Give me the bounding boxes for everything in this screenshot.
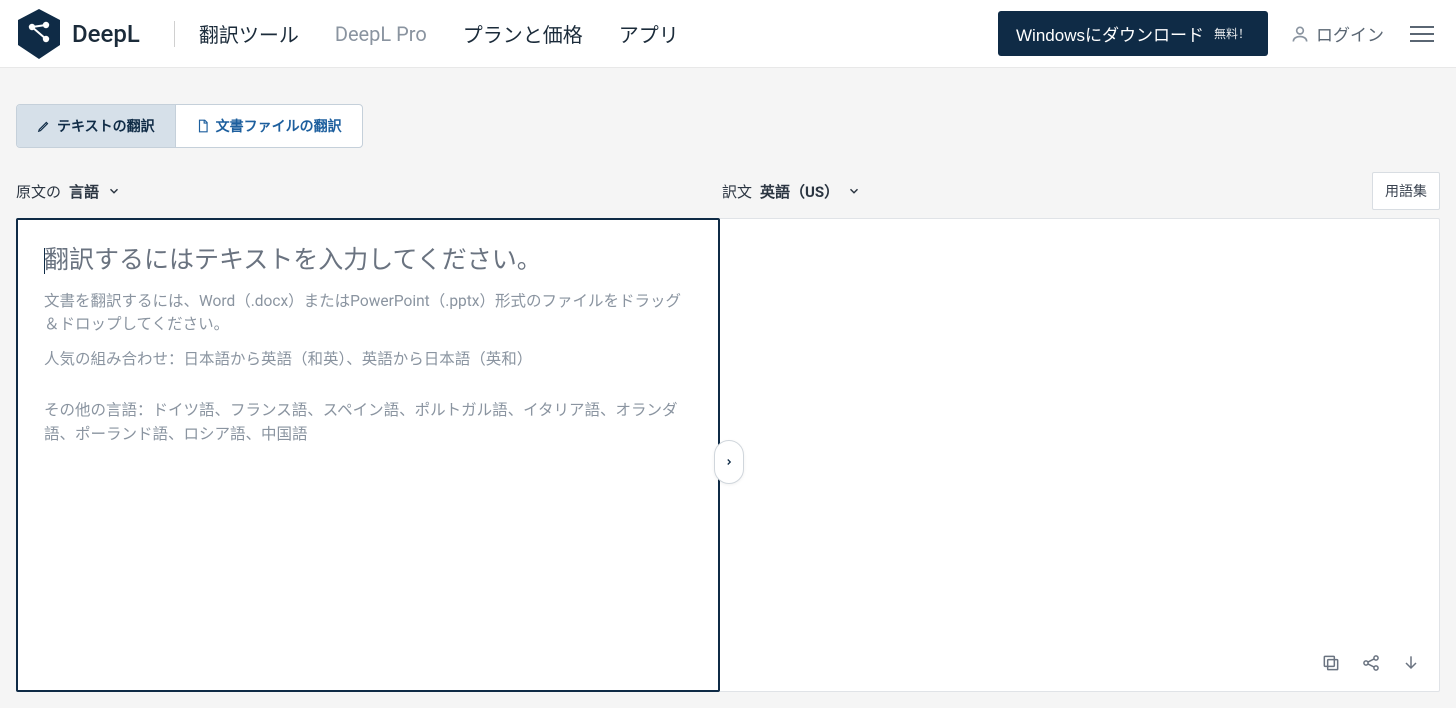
source-prefix: 原文の [16, 181, 61, 202]
arrow-down-icon [1401, 653, 1421, 673]
output-actions [1321, 653, 1421, 677]
target-lang: 英語（US） [760, 181, 839, 202]
nav-translator[interactable]: 翻訳ツール [199, 19, 299, 48]
brand-name: DeepL [72, 20, 140, 48]
deepl-logo-icon [16, 7, 62, 61]
menu-button[interactable] [1404, 15, 1440, 53]
copy-icon [1321, 653, 1341, 673]
download-windows-button[interactable]: Windowsにダウンロード 無料！ [998, 11, 1268, 56]
logo[interactable]: DeepL [16, 7, 140, 61]
source-language-selector[interactable]: 原文の言語 [16, 181, 722, 202]
nav-apps[interactable]: アプリ [619, 19, 679, 48]
mode-tabs: テキストの翻訳 文書ファイルの翻訳 [16, 104, 363, 148]
target-text-panel [720, 218, 1440, 692]
chevron-down-icon [847, 184, 861, 198]
language-bar: 原文の言語 訳文 英語（US） 用語集 [0, 148, 1456, 218]
login-link[interactable]: ログイン [1290, 21, 1384, 46]
source-text-panel[interactable]: 翻訳するにはテキストを入力してください。 文書を翻訳するには、Word（.doc… [16, 218, 720, 692]
chevron-down-icon [107, 184, 121, 198]
user-icon [1290, 24, 1310, 44]
nav-pricing[interactable]: プランと価格 [463, 19, 583, 48]
target-prefix: 訳文 [722, 181, 752, 202]
tab-text-label: テキストの翻訳 [57, 116, 155, 136]
chevron-right-icon [724, 455, 734, 469]
copy-button[interactable] [1321, 653, 1341, 677]
login-label: ログイン [1316, 21, 1384, 46]
download-badge: 無料！ [1214, 25, 1250, 42]
tab-translate-document[interactable]: 文書ファイルの翻訳 [175, 105, 362, 147]
tab-translate-text[interactable]: テキストの翻訳 [17, 105, 175, 147]
source-lang: 言語 [69, 181, 99, 202]
popular-combos: 人気の組み合わせ：日本語から英語（和英）、英語から日本語（英和） [44, 348, 692, 371]
share-icon [1361, 653, 1381, 673]
download-output-button[interactable] [1401, 653, 1421, 677]
translator-panels: 翻訳するにはテキストを入力してください。 文書を翻訳するには、Word（.doc… [0, 218, 1456, 692]
download-label: Windowsにダウンロード [1016, 21, 1204, 46]
swap-languages-button[interactable] [714, 440, 744, 484]
document-icon [196, 119, 210, 133]
share-button[interactable] [1361, 653, 1381, 677]
nav-pro[interactable]: DeepL Pro [335, 22, 427, 46]
target-language-selector[interactable]: 訳文 英語（US） [722, 181, 861, 202]
divider [174, 21, 175, 47]
other-langs: その他の言語：ドイツ語、フランス語、スペイン語、ポルトガル語、イタリア語、オラン… [44, 399, 692, 446]
source-placeholder-sub: 文書を翻訳するには、Word（.docx）またはPowerPoint（.pptx… [44, 290, 692, 337]
pencil-icon [37, 119, 51, 133]
tab-document-label: 文書ファイルの翻訳 [216, 116, 342, 136]
glossary-button[interactable]: 用語集 [1372, 172, 1440, 210]
main-nav: 翻訳ツール DeepL Pro プランと価格 アプリ [199, 19, 679, 48]
top-header: DeepL 翻訳ツール DeepL Pro プランと価格 アプリ Windows… [0, 0, 1456, 68]
source-placeholder-main: 翻訳するにはテキストを入力してください。 [44, 242, 692, 280]
